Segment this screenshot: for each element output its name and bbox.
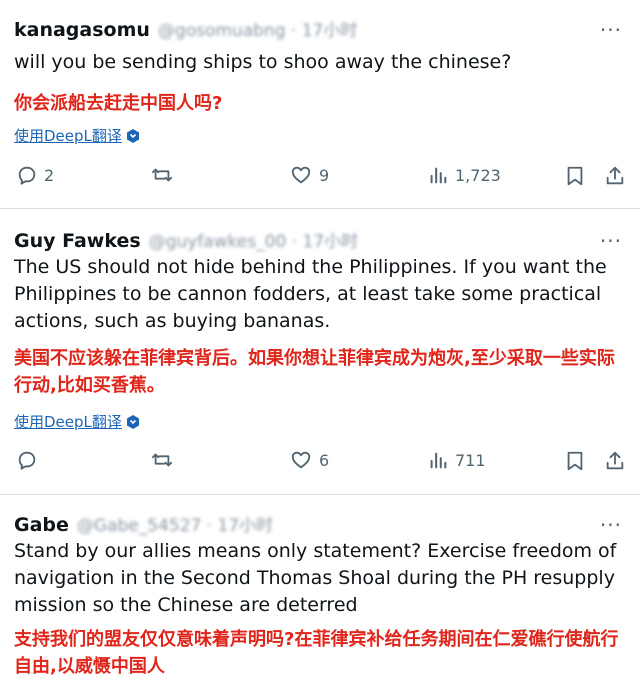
repost-button[interactable] — [150, 164, 180, 186]
action-bar: 2 9 1,723 — [0, 164, 640, 194]
reply-button[interactable]: 2 — [16, 164, 54, 186]
share-icon — [606, 451, 624, 470]
share-button[interactable] — [604, 449, 626, 473]
author-name[interactable]: Guy Fawkes — [14, 230, 141, 252]
repost-icon — [151, 453, 173, 467]
post-text-cn: 你会派船去赶走中国人吗? — [14, 93, 223, 114]
author-name[interactable]: Gabe — [14, 514, 69, 536]
post-1[interactable]: kanagasomu @gosomuabng · 17小时 ··· will y… — [0, 0, 640, 205]
like-icon — [291, 166, 311, 184]
post-text-cn: 支持我们的盟友仅仅意味着声明吗?在菲律宾补给任务期间在仁爱礁行使航行自由,以威慑… — [14, 629, 619, 677]
action-bar: 6 711 — [0, 449, 640, 479]
author-handle[interactable]: @guyfawkes_00 · 17小时 — [149, 227, 358, 252]
like-button[interactable]: 6 — [289, 449, 329, 471]
repost-icon — [151, 168, 173, 182]
post-3[interactable]: Gabe @Gabe_54527 · 17小时 ··· Stand by our… — [0, 495, 640, 682]
more-options-icon[interactable]: ··· — [600, 18, 622, 42]
author-handle[interactable]: @Gabe_54527 · 17小时 — [77, 511, 273, 536]
translate-link[interactable]: 使用DeepL翻译 — [14, 125, 140, 146]
author-handle[interactable]: @gosomuabng · 17小时 — [158, 16, 357, 41]
views-count: 1,723 — [455, 165, 501, 185]
post-2[interactable]: Guy Fawkes @guyfawkes_00 · 17小时 ··· The … — [0, 209, 640, 494]
reply-count: 2 — [44, 165, 55, 185]
views-button[interactable]: 711 — [427, 449, 486, 471]
bookmark-icon — [567, 166, 583, 186]
more-options-icon[interactable]: ··· — [600, 229, 622, 253]
like-icon — [291, 451, 311, 469]
translate-badge-icon — [126, 128, 139, 143]
views-icon — [430, 167, 447, 184]
translate-label: 使用DeepL翻译 — [14, 413, 122, 431]
post-header: Guy Fawkes @guyfawkes_00 · 17小时 — [14, 227, 358, 252]
post-text-en: will you be sending ships to shoo away t… — [14, 51, 512, 73]
more-options-icon[interactable]: ··· — [600, 513, 622, 537]
reply-button[interactable] — [16, 449, 44, 471]
bookmark-button[interactable] — [564, 449, 586, 473]
translate-label: 使用DeepL翻译 — [14, 127, 122, 145]
reply-icon — [18, 451, 36, 470]
views-icon — [430, 452, 447, 469]
translate-link[interactable]: 使用DeepL翻译 — [14, 411, 140, 432]
views-button[interactable]: 1,723 — [427, 164, 501, 186]
post-text-cn: 美国不应该躲在菲律宾背后。如果你想让菲律宾成为炮灰,至少采取一些实际行动,比如买… — [14, 348, 615, 396]
like-count: 9 — [319, 165, 330, 185]
post-header: kanagasomu @gosomuabng · 17小时 — [14, 16, 357, 41]
bookmark-icon — [567, 451, 583, 471]
bookmark-button[interactable] — [564, 164, 586, 188]
post-text-en: The US should not hide behind the Philip… — [14, 256, 607, 332]
share-button[interactable] — [604, 164, 626, 188]
views-count: 711 — [455, 450, 486, 470]
repost-button[interactable] — [150, 449, 180, 471]
author-name[interactable]: kanagasomu — [14, 19, 150, 41]
post-header: Gabe @Gabe_54527 · 17小时 — [14, 511, 273, 536]
post-text-en: Stand by our allies means only statement… — [14, 540, 617, 616]
reply-icon — [18, 166, 36, 185]
like-button[interactable]: 9 — [289, 164, 329, 186]
translate-badge-icon — [126, 414, 139, 429]
like-count: 6 — [319, 450, 330, 470]
share-icon — [606, 166, 624, 185]
